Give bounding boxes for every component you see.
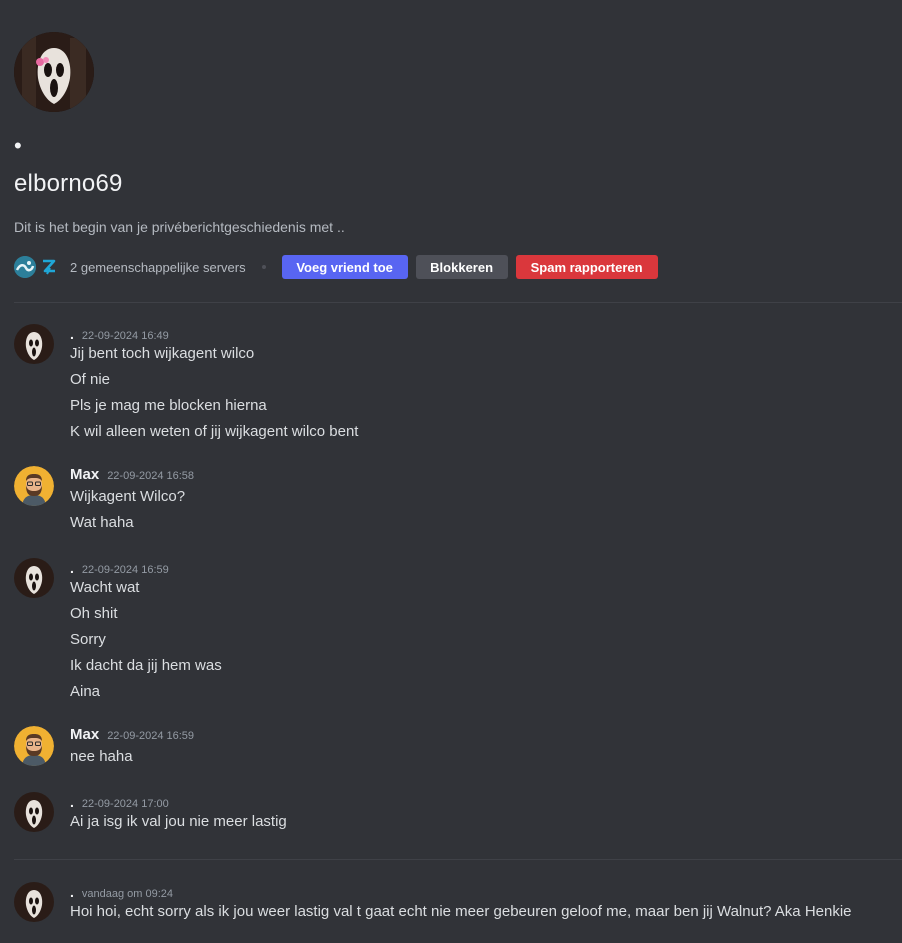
message-header: . 22-09-2024 16:59	[70, 560, 169, 580]
message-timestamp: 22-09-2024 16:58	[107, 470, 195, 482]
ghostface-avatar-icon	[14, 32, 94, 112]
message-content: Hoi hoi, echt sorry als ik jou weer last…	[70, 903, 852, 920]
block-button[interactable]: Blokkeren	[415, 255, 508, 279]
profile-avatar[interactable]	[14, 32, 94, 112]
new-messages-divider	[14, 859, 902, 860]
message-content: Wijkagent Wilco?	[70, 488, 186, 505]
report-spam-button[interactable]: Spam rapporteren	[515, 255, 658, 279]
message-content: K wil alleen weten of jij wijkagent wilc…	[70, 423, 359, 440]
server-icon-z[interactable]	[38, 256, 60, 278]
message-content: Wat haha	[70, 514, 134, 531]
avatar[interactable]	[14, 882, 54, 922]
profile-username: elborno69	[14, 170, 123, 197]
message-content: Pls je mag me blocken hierna	[70, 397, 267, 414]
message-header: Max 22-09-2024 16:58	[70, 466, 194, 486]
message-content: Jij bent toch wijkagent wilco	[70, 345, 255, 362]
message-content: Ai ja isg ik val jou nie meer lastig	[70, 813, 287, 830]
dm-channel: • elborno69 Dit is het begin van je priv…	[0, 0, 902, 943]
message-content: nee haha	[70, 748, 133, 765]
intro-divider	[14, 302, 902, 303]
z-logo-icon	[43, 259, 56, 275]
message-content: Wacht wat	[70, 579, 140, 596]
mutual-servers-row: 2 gemeenschappelijke servers Voeg vriend…	[14, 254, 666, 280]
ghostface-avatar-icon	[14, 882, 54, 922]
ghostface-avatar-icon	[14, 324, 54, 364]
avatar[interactable]	[14, 558, 54, 598]
message-content: Of nie	[70, 371, 111, 388]
message-author[interactable]: Max	[70, 466, 99, 483]
message-timestamp: 22-09-2024 17:00	[81, 798, 169, 810]
ghostface-avatar-icon	[14, 792, 54, 832]
message-content: Oh shit	[70, 605, 118, 622]
status-dot: •	[14, 133, 22, 158]
message-author[interactable]: .	[70, 794, 74, 810]
message-author[interactable]: Max	[70, 726, 99, 743]
message-content: Sorry	[70, 631, 106, 648]
ghostface-avatar-icon	[14, 558, 54, 598]
server-icon[interactable]	[14, 256, 36, 278]
message-author[interactable]: .	[70, 560, 74, 576]
message-timestamp: vandaag om 09:24	[81, 888, 174, 900]
separator-dot	[261, 265, 266, 269]
bearded-man-avatar-icon	[14, 726, 54, 766]
message-timestamp: 22-09-2024 16:59	[81, 564, 169, 576]
message-header: Max 22-09-2024 16:59	[70, 726, 194, 746]
dm-intro-description: Dit is het begin van je privéberichtgesc…	[14, 219, 345, 235]
message-author[interactable]: .	[70, 884, 74, 900]
message-header: . 22-09-2024 17:00	[70, 794, 169, 814]
message-content: Ik dacht da jij hem was	[70, 657, 222, 674]
message-author[interactable]: .	[70, 326, 74, 342]
avatar[interactable]	[14, 466, 54, 506]
avatar[interactable]	[14, 792, 54, 832]
bearded-man-avatar-icon	[14, 466, 54, 506]
message-timestamp: 22-09-2024 16:49	[81, 330, 169, 342]
message-content: Aina	[70, 683, 101, 700]
avatar[interactable]	[14, 726, 54, 766]
message-header: . vandaag om 09:24	[70, 884, 173, 904]
message-timestamp: 22-09-2024 16:59	[107, 730, 195, 742]
mutual-servers-link[interactable]: 2 gemeenschappelijke servers	[70, 260, 246, 275]
message-header: . 22-09-2024 16:49	[70, 326, 169, 346]
wave-icon	[14, 256, 36, 278]
add-friend-button[interactable]: Voeg vriend toe	[281, 255, 408, 279]
avatar[interactable]	[14, 324, 54, 364]
